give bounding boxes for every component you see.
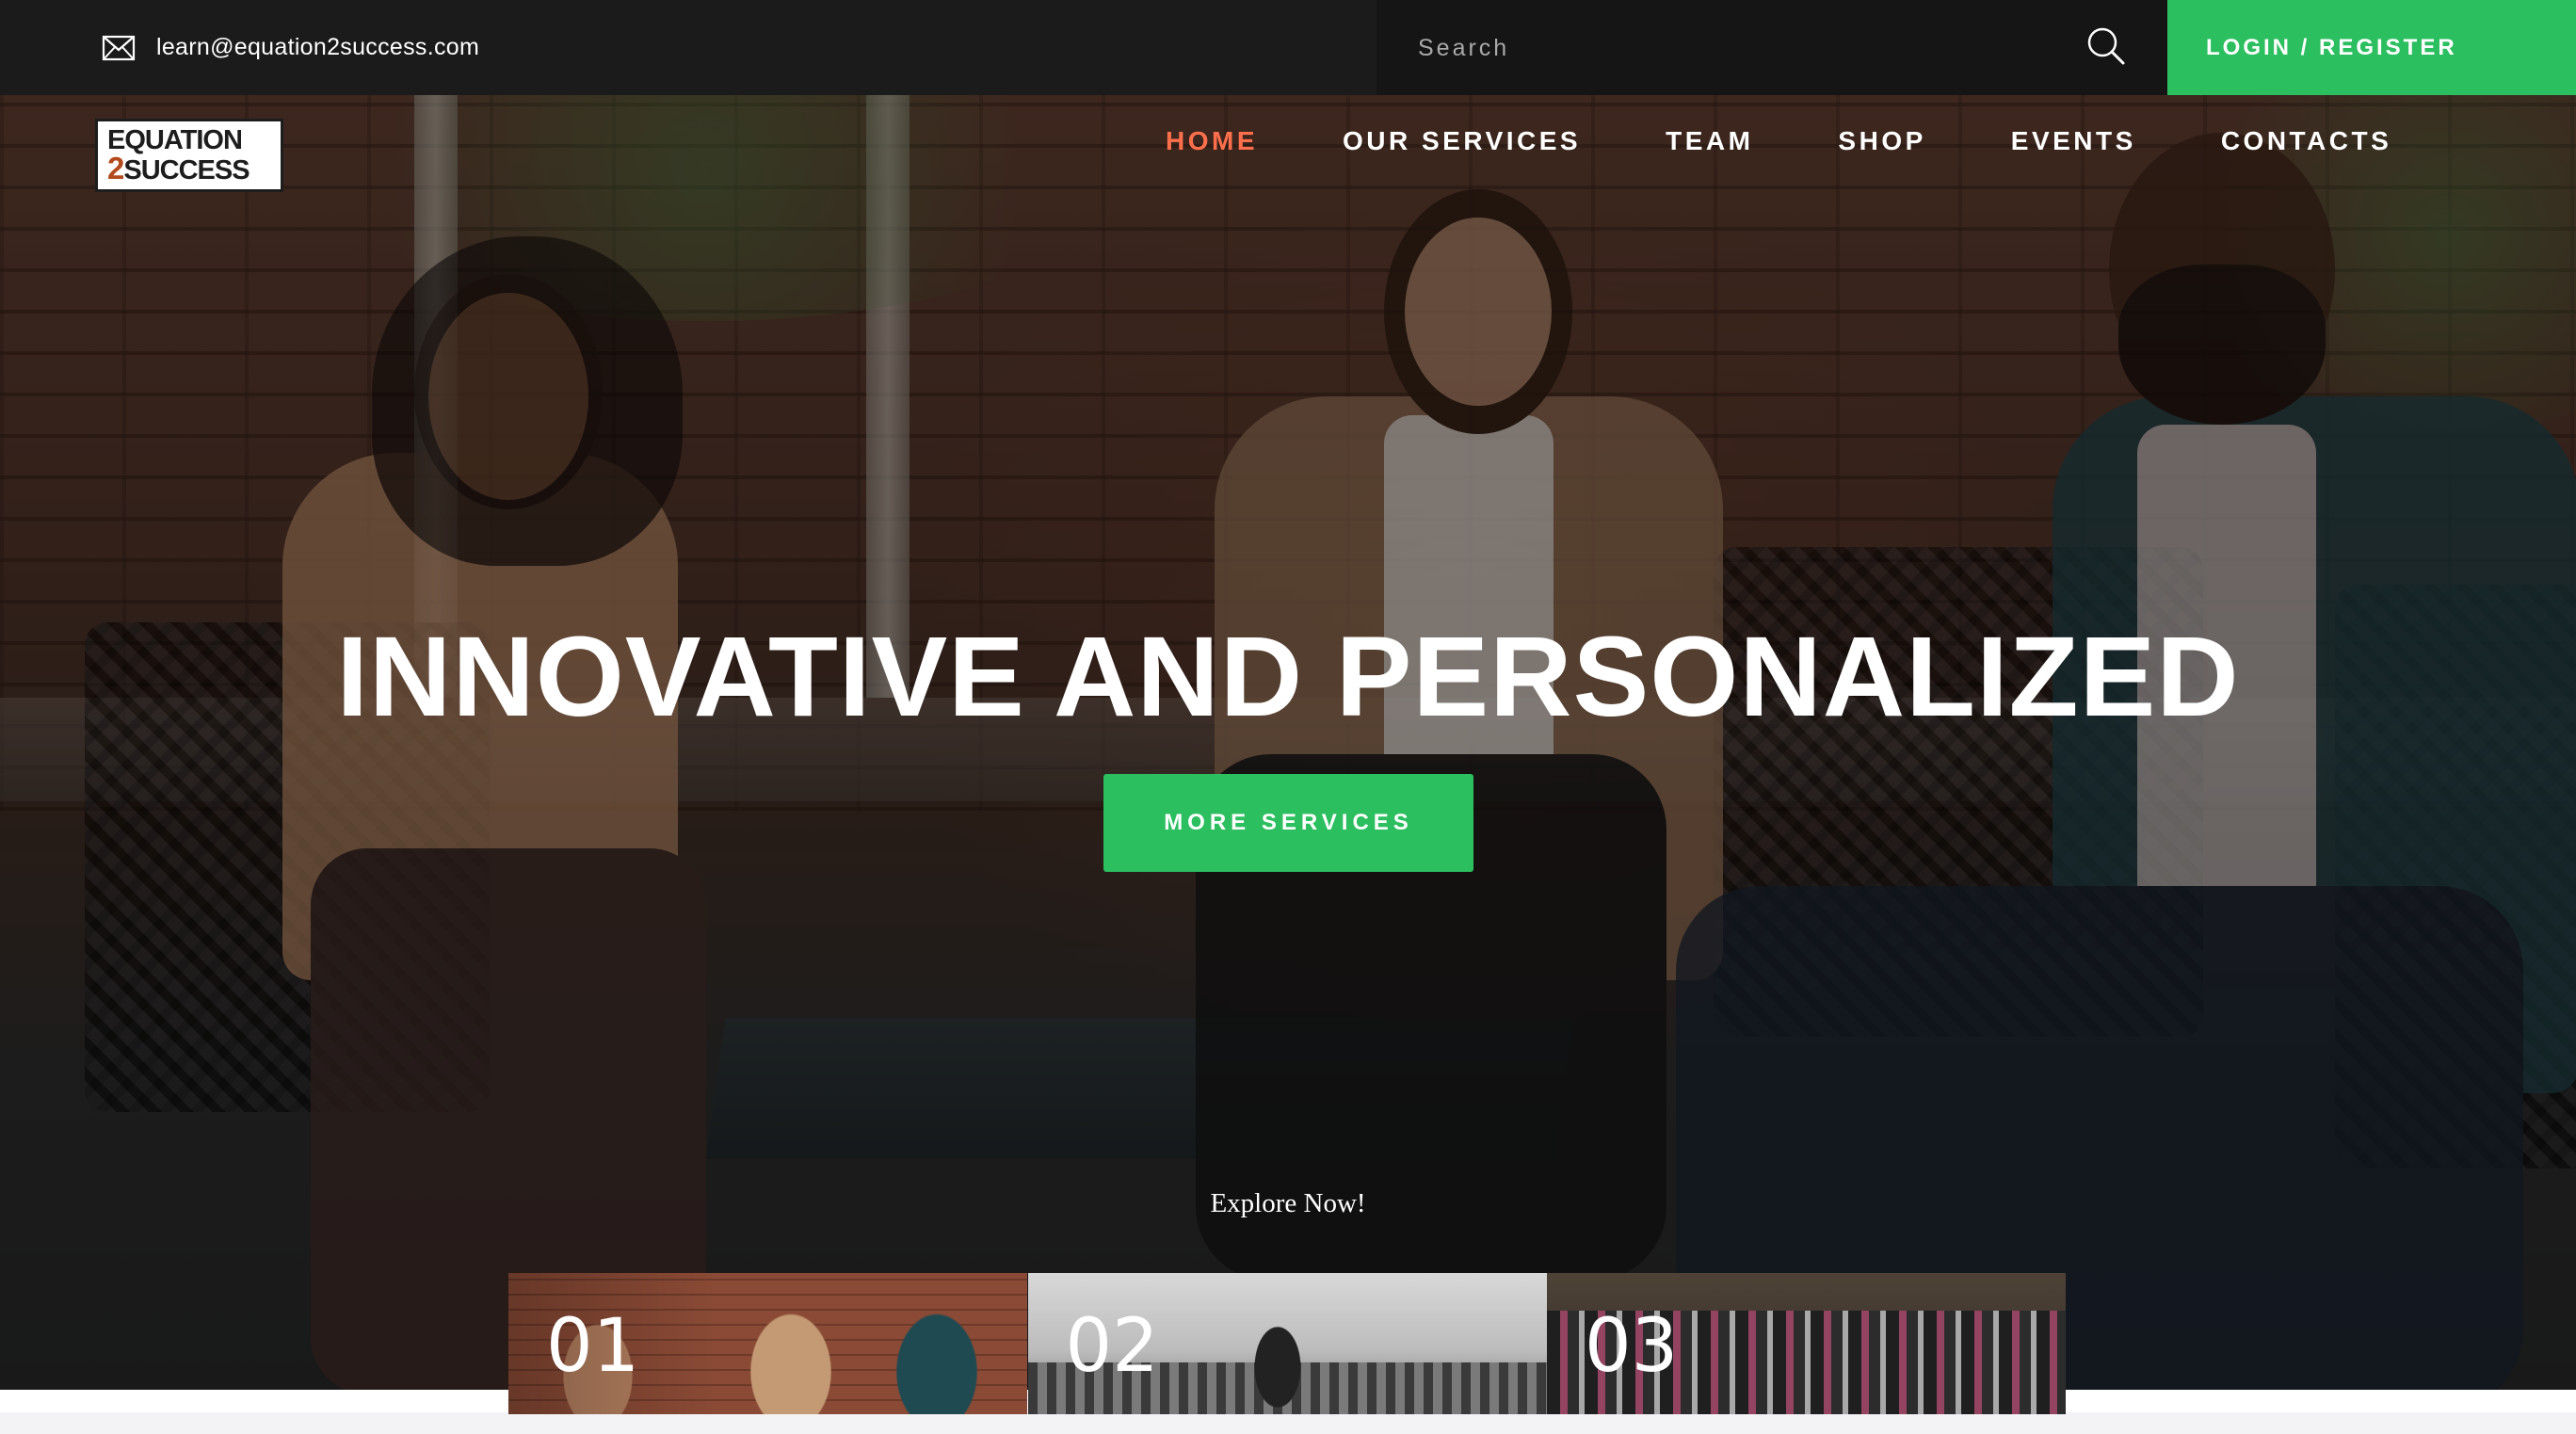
search-icon	[2085, 25, 2127, 72]
hero-headline: INNOVATIVE AND PERSONALIZED	[336, 612, 2240, 740]
search-input[interactable]	[1416, 0, 2060, 97]
search-box	[1377, 0, 2167, 97]
slide-thumbnail-3[interactable]: 03	[1547, 1273, 2066, 1414]
login-register-button[interactable]: LOGIN / REGISTER	[2167, 0, 2576, 95]
more-services-button[interactable]: MORE SERVICES	[1103, 774, 1473, 872]
slide-number: 02	[1065, 1304, 1159, 1389]
nav-item-shop[interactable]: SHOP	[1838, 126, 1925, 156]
main-navigation: HOME OUR SERVICES TEAM SHOP EVENTS CONTA…	[1166, 95, 2391, 187]
search-button[interactable]	[2079, 21, 2133, 75]
nav-item-our-services[interactable]: OUR SERVICES	[1343, 126, 1581, 156]
site-logo[interactable]: EQUATION 2SUCCESS	[95, 119, 283, 192]
nav-item-team[interactable]: TEAM	[1666, 126, 1753, 156]
top-bar: learn@equation2success.com LOGIN / REGIS…	[0, 0, 2576, 97]
slide-thumbnails: 01 02 03	[508, 1273, 2066, 1414]
envelope-icon	[102, 35, 136, 61]
slide-number: 01	[546, 1304, 640, 1389]
email-text: learn@equation2success.com	[156, 34, 480, 60]
nav-item-events[interactable]: EVENTS	[2011, 126, 2136, 156]
login-register-label: LOGIN / REGISTER	[2206, 34, 2457, 60]
slide-thumbnail-2[interactable]: 02	[1027, 1273, 1547, 1414]
logo-line-2: 2SUCCESS	[107, 150, 281, 185]
more-services-label: MORE SERVICES	[1164, 810, 1413, 835]
logo-number: 2	[107, 150, 124, 185]
logo-line-1: EQUATION	[107, 124, 243, 155]
nav-item-home[interactable]: HOME	[1166, 126, 1258, 156]
slide-thumbnail-1[interactable]: 01	[508, 1273, 1027, 1414]
explore-now-text: Explore Now!	[1210, 1188, 1366, 1218]
nav-item-contacts[interactable]: CONTACTS	[2221, 126, 2391, 156]
contact-email[interactable]: learn@equation2success.com	[102, 0, 479, 95]
logo-line-2-text: SUCCESS	[123, 154, 250, 185]
section-divider	[0, 1412, 2576, 1434]
slide-number: 03	[1585, 1304, 1679, 1389]
